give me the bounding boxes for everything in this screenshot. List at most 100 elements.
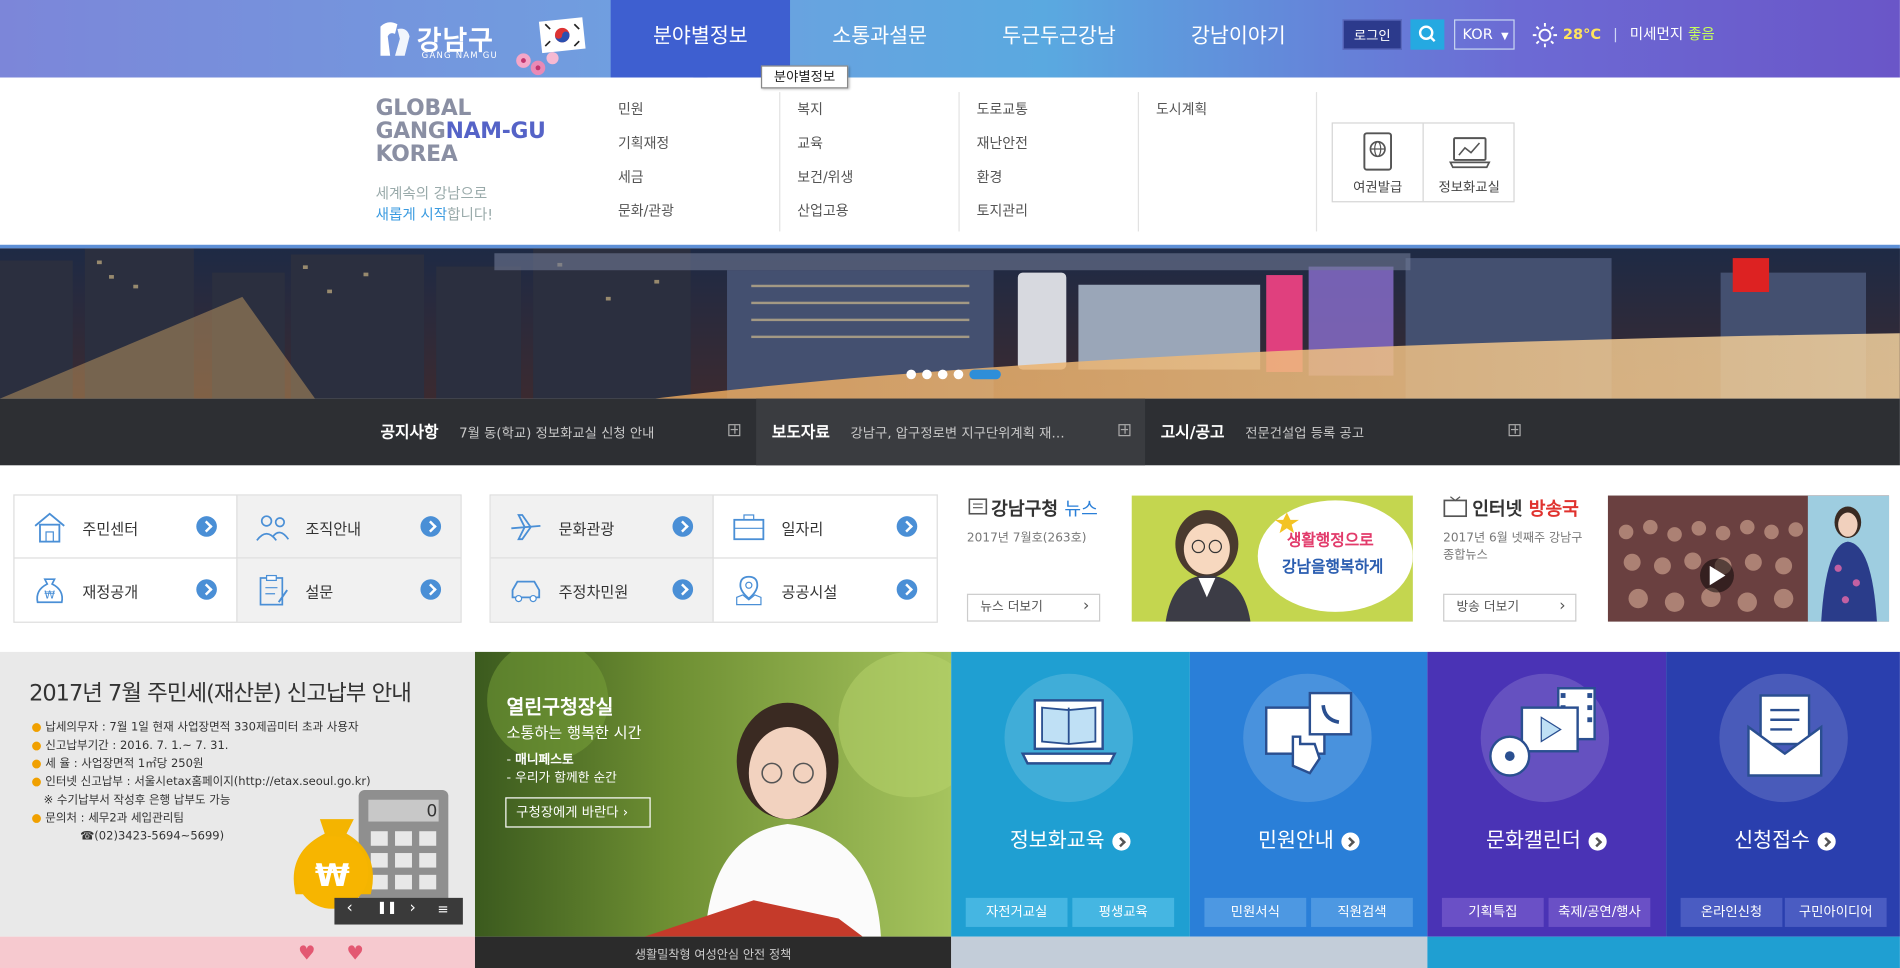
menu-item-culture-tourism[interactable]: 문화/관광 [618,198,788,232]
broadcast-more-button[interactable]: 방송 더보기 [1443,593,1577,622]
quick-finance-disclosure[interactable]: ₩ 재정공개 [15,558,238,622]
news-thumbnail[interactable]: 생활행정으로 강남을행복하게 [1131,495,1413,622]
banner-dot[interactable] [922,369,932,380]
quick-label: 설문 [305,582,334,602]
tile-subbutton[interactable]: 온라인신청 [1680,897,1783,927]
broadcast-video-thumbnail[interactable] [1607,495,1890,622]
gangnam-logo[interactable]: 강남구 GANG NAM GU [373,12,591,76]
news-title: 강남구청 뉴스 [991,498,1098,520]
search-button[interactable] [1410,19,1445,50]
nav-gangnam-story[interactable]: 강남이야기 [1149,0,1328,78]
menu-item-civil[interactable]: 민원 [618,96,788,130]
notice-title: 공지사항 [380,424,439,443]
menu-item-tax[interactable]: 세금 [618,164,788,198]
tax-promo-panel[interactable]: 2017년 7월 주민세(재산분) 신고납부 안내 ● 납세의무자 : 7월 1… [0,651,475,937]
quick-label: 주민센터 [82,519,139,538]
banner-dot-active[interactable] [969,369,1001,380]
play-icon[interactable] [1709,565,1726,586]
tile-subbutton[interactable]: 축제/공연/행사 [1548,897,1651,927]
news-date: 2017년 7월호(263호) [966,531,1087,546]
tile-culture-calendar[interactable]: 문화캘린더 기획특집 축제/공연/행사 [1427,651,1667,937]
nav-tooltip: 분야별정보 [760,65,849,89]
it-class-button[interactable]: 정보화교실 [1424,124,1515,202]
menu-item-environment[interactable]: 환경 [977,164,1147,198]
press-release-item[interactable]: 보도자료 강남구, 압구정로변 지구단위계획 재… [772,399,1065,466]
language-select[interactable]: KOR ▼ [1454,19,1515,50]
news-more-button[interactable]: 뉴스 더보기 [966,593,1101,622]
tile-subbutton[interactable]: 구민아이디어 [1784,897,1887,927]
laptop-icon [1448,137,1490,169]
bottom-strip-map [951,936,1428,968]
menu-item-welfare[interactable]: 복지 [797,96,967,130]
banner-dot[interactable] [937,369,948,380]
menu-item-industry-employment[interactable]: 산업고용 [797,198,967,232]
chevron-left-icon[interactable]: ‹ [347,899,353,917]
tile-subbutton[interactable]: 기획특집 [1441,897,1544,927]
quick-organization[interactable]: 조직안내 [237,495,461,559]
quick-public-facilities[interactable]: 공공시설 [714,559,937,622]
car-icon [511,580,541,603]
tile-application[interactable]: 신청접수 온라인신청 구민아이디어 [1666,651,1900,937]
it-class-label: 정보화교실 [1438,179,1500,196]
plus-icon[interactable] [728,424,741,437]
tile-subbutton[interactable]: 자전거교실 [965,897,1068,927]
plus-icon[interactable] [1508,424,1521,437]
quick-community-center[interactable]: 주민센터 [14,495,238,559]
notice-item[interactable]: 공지사항 7월 동(학교) 정보화교실 신청 안내 [380,399,654,466]
banner-dot[interactable] [953,369,964,380]
passport-button[interactable]: 여권발급 [1333,123,1424,202]
logo-english-text: GANG NAM GU [421,50,498,61]
press-release-text: 강남구, 압구정로변 지구단위계획 재… [850,425,1065,442]
sun-icon [1532,22,1558,47]
mayor-office-panel[interactable]: 열린구청장실 소통하는 행복한 시간 - 매니페스토 - 우리가 함께한 순간 … [474,651,952,937]
nav-dugeun-gangnam[interactable]: 두근두근강남 [969,0,1148,78]
svg-text:₩: ₩ [44,589,55,602]
quick-label: 문화관광 [558,519,615,538]
announcement-item[interactable]: 고시/공고 전문건설업 등록 공고 [1161,399,1364,466]
envelope-document-icon [1747,694,1823,777]
pause-icon[interactable]: ❚❚ [377,902,397,915]
banner-dot[interactable] [906,369,917,380]
quick-jobs[interactable]: 일자리 [713,496,937,559]
airplane-icon [511,514,541,541]
menu-item-urban-planning[interactable]: 도시계획 [1156,96,1326,130]
announcement-title: 고시/공고 [1160,424,1225,443]
ask-mayor-button[interactable]: 구청장에게 바란다 › [505,797,651,828]
tile-civil-guide[interactable]: 민원안내 민원서식 직원검색 [1189,651,1428,937]
heart-icon: ♥ [346,941,364,965]
quick-label: 일자리 [781,519,824,538]
login-button[interactable]: 로그인 [1342,19,1402,50]
news-icon [968,498,988,515]
menu-item-health-hygiene[interactable]: 보건/위생 [797,164,967,198]
menu-item-planning-finance[interactable]: 기획재정 [618,130,788,164]
tile-it-education[interactable]: 정보화교육 자전거교실 평생교육 [951,651,1190,937]
mayor-office-subtitle: 소통하는 행복한 시간 [506,723,642,742]
quick-survey[interactable]: 설문 [237,558,461,622]
fine-dust-value: 좋음 [1687,25,1715,43]
menu-item-road-traffic[interactable]: 도로교통 [977,96,1147,130]
chevron-right-icon[interactable]: › [410,899,416,917]
menu-icon[interactable]: ≡ [437,902,448,918]
tile-subbutton[interactable]: 평생교육 [1072,897,1175,927]
house-icon [34,512,65,543]
arrow-right-icon [672,516,694,537]
quick-label: 공공시설 [781,582,838,602]
plus-icon[interactable] [1118,424,1131,437]
tile-subbutton[interactable]: 민원서식 [1204,897,1307,927]
quick-links-group-1: 주민센터 조직안내 ₩ 재정공개 설문 [13,494,462,623]
news-thumbnail-line2: 강남을행복하게 [1281,558,1384,577]
tile-subbutton[interactable]: 직원검색 [1311,897,1413,927]
menu-column-4: 도시계획 [1156,96,1326,130]
quick-service-box: 여권발급 정보화교실 [1331,122,1515,203]
people-icon [256,515,290,541]
quick-culture-tourism[interactable]: 문화관광 [490,495,714,559]
menu-divider [779,92,781,232]
arrow-right-icon [896,516,918,537]
menu-item-land-management[interactable]: 토지관리 [977,198,1147,232]
menu-item-education[interactable]: 교육 [797,130,967,164]
heart-icon: ♥ [298,941,316,965]
screen-hand-phone-icon [1265,691,1353,775]
quick-label: 조직안내 [305,519,362,538]
quick-parking-complaint[interactable]: 주정차민원 [490,558,714,622]
menu-item-disaster-safety[interactable]: 재난안전 [977,130,1147,164]
